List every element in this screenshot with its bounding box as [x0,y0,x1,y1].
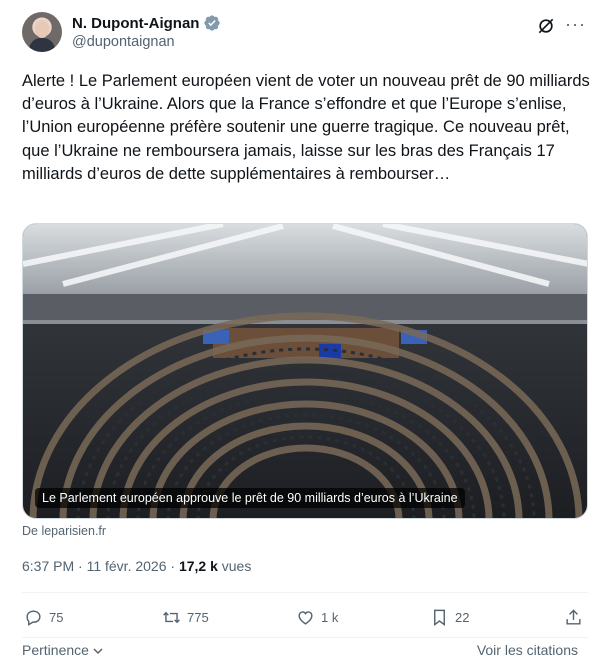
avatar-shirt [29,38,55,52]
repost-icon [163,611,180,624]
card-caption: Le Parlement européen approuve le prêt d… [35,488,465,508]
sort-label: Pertinence [22,642,89,658]
tweet-timestamp[interactable]: 6:37 PM · 11 févr. 2026 · [22,558,179,574]
verified-badge-icon [204,15,221,31]
like-count: 1 k [321,610,339,625]
parliament-image [23,224,587,518]
views-count: 17,2 k [178,558,218,574]
tweet-text: Alerte ! Le Parlement européen vient de … [22,72,590,183]
author-name[interactable]: N. Dupont-Aignan [72,15,199,32]
tweet-header: N. Dupont-Aignan @dupontaignan ··· [22,12,588,56]
bookmark-button[interactable]: 22 [430,608,469,627]
avatar[interactable] [22,12,62,52]
repost-count: 775 [187,610,209,625]
share-button[interactable] [564,608,583,627]
card-source[interactable]: De leparisien.fr [22,524,106,538]
reply-count: 75 [49,610,64,625]
views-label: vues [217,558,252,574]
bookmark-icon [434,609,445,627]
repost-button[interactable]: 775 [162,608,209,627]
reply-icon [26,610,41,626]
author-handle[interactable]: @dupontaignan [72,34,175,50]
action-bar: 75 775 1 k 22 [22,608,588,632]
link-card[interactable]: Le Parlement européen approuve le prêt d… [22,223,588,519]
share-icon [566,609,581,625]
view-quotes-link[interactable]: Voir les citations [477,642,578,658]
like-icon [298,611,313,625]
chevron-down-icon [93,648,103,655]
grok-icon[interactable] [536,16,556,36]
more-icon[interactable]: ··· [565,14,586,35]
reply-button[interactable]: 75 [24,608,63,627]
avatar-face [35,20,49,38]
name-row: N. Dupont-Aignan [72,14,221,32]
divider [22,592,588,593]
like-button[interactable]: 1 k [296,608,338,627]
tweet-meta: 6:37 PM · 11 févr. 2026 · 17,2 k vues [22,558,251,574]
sort-dropdown[interactable]: Pertinence [22,642,103,658]
bookmark-count: 22 [455,610,470,625]
divider [22,637,588,638]
